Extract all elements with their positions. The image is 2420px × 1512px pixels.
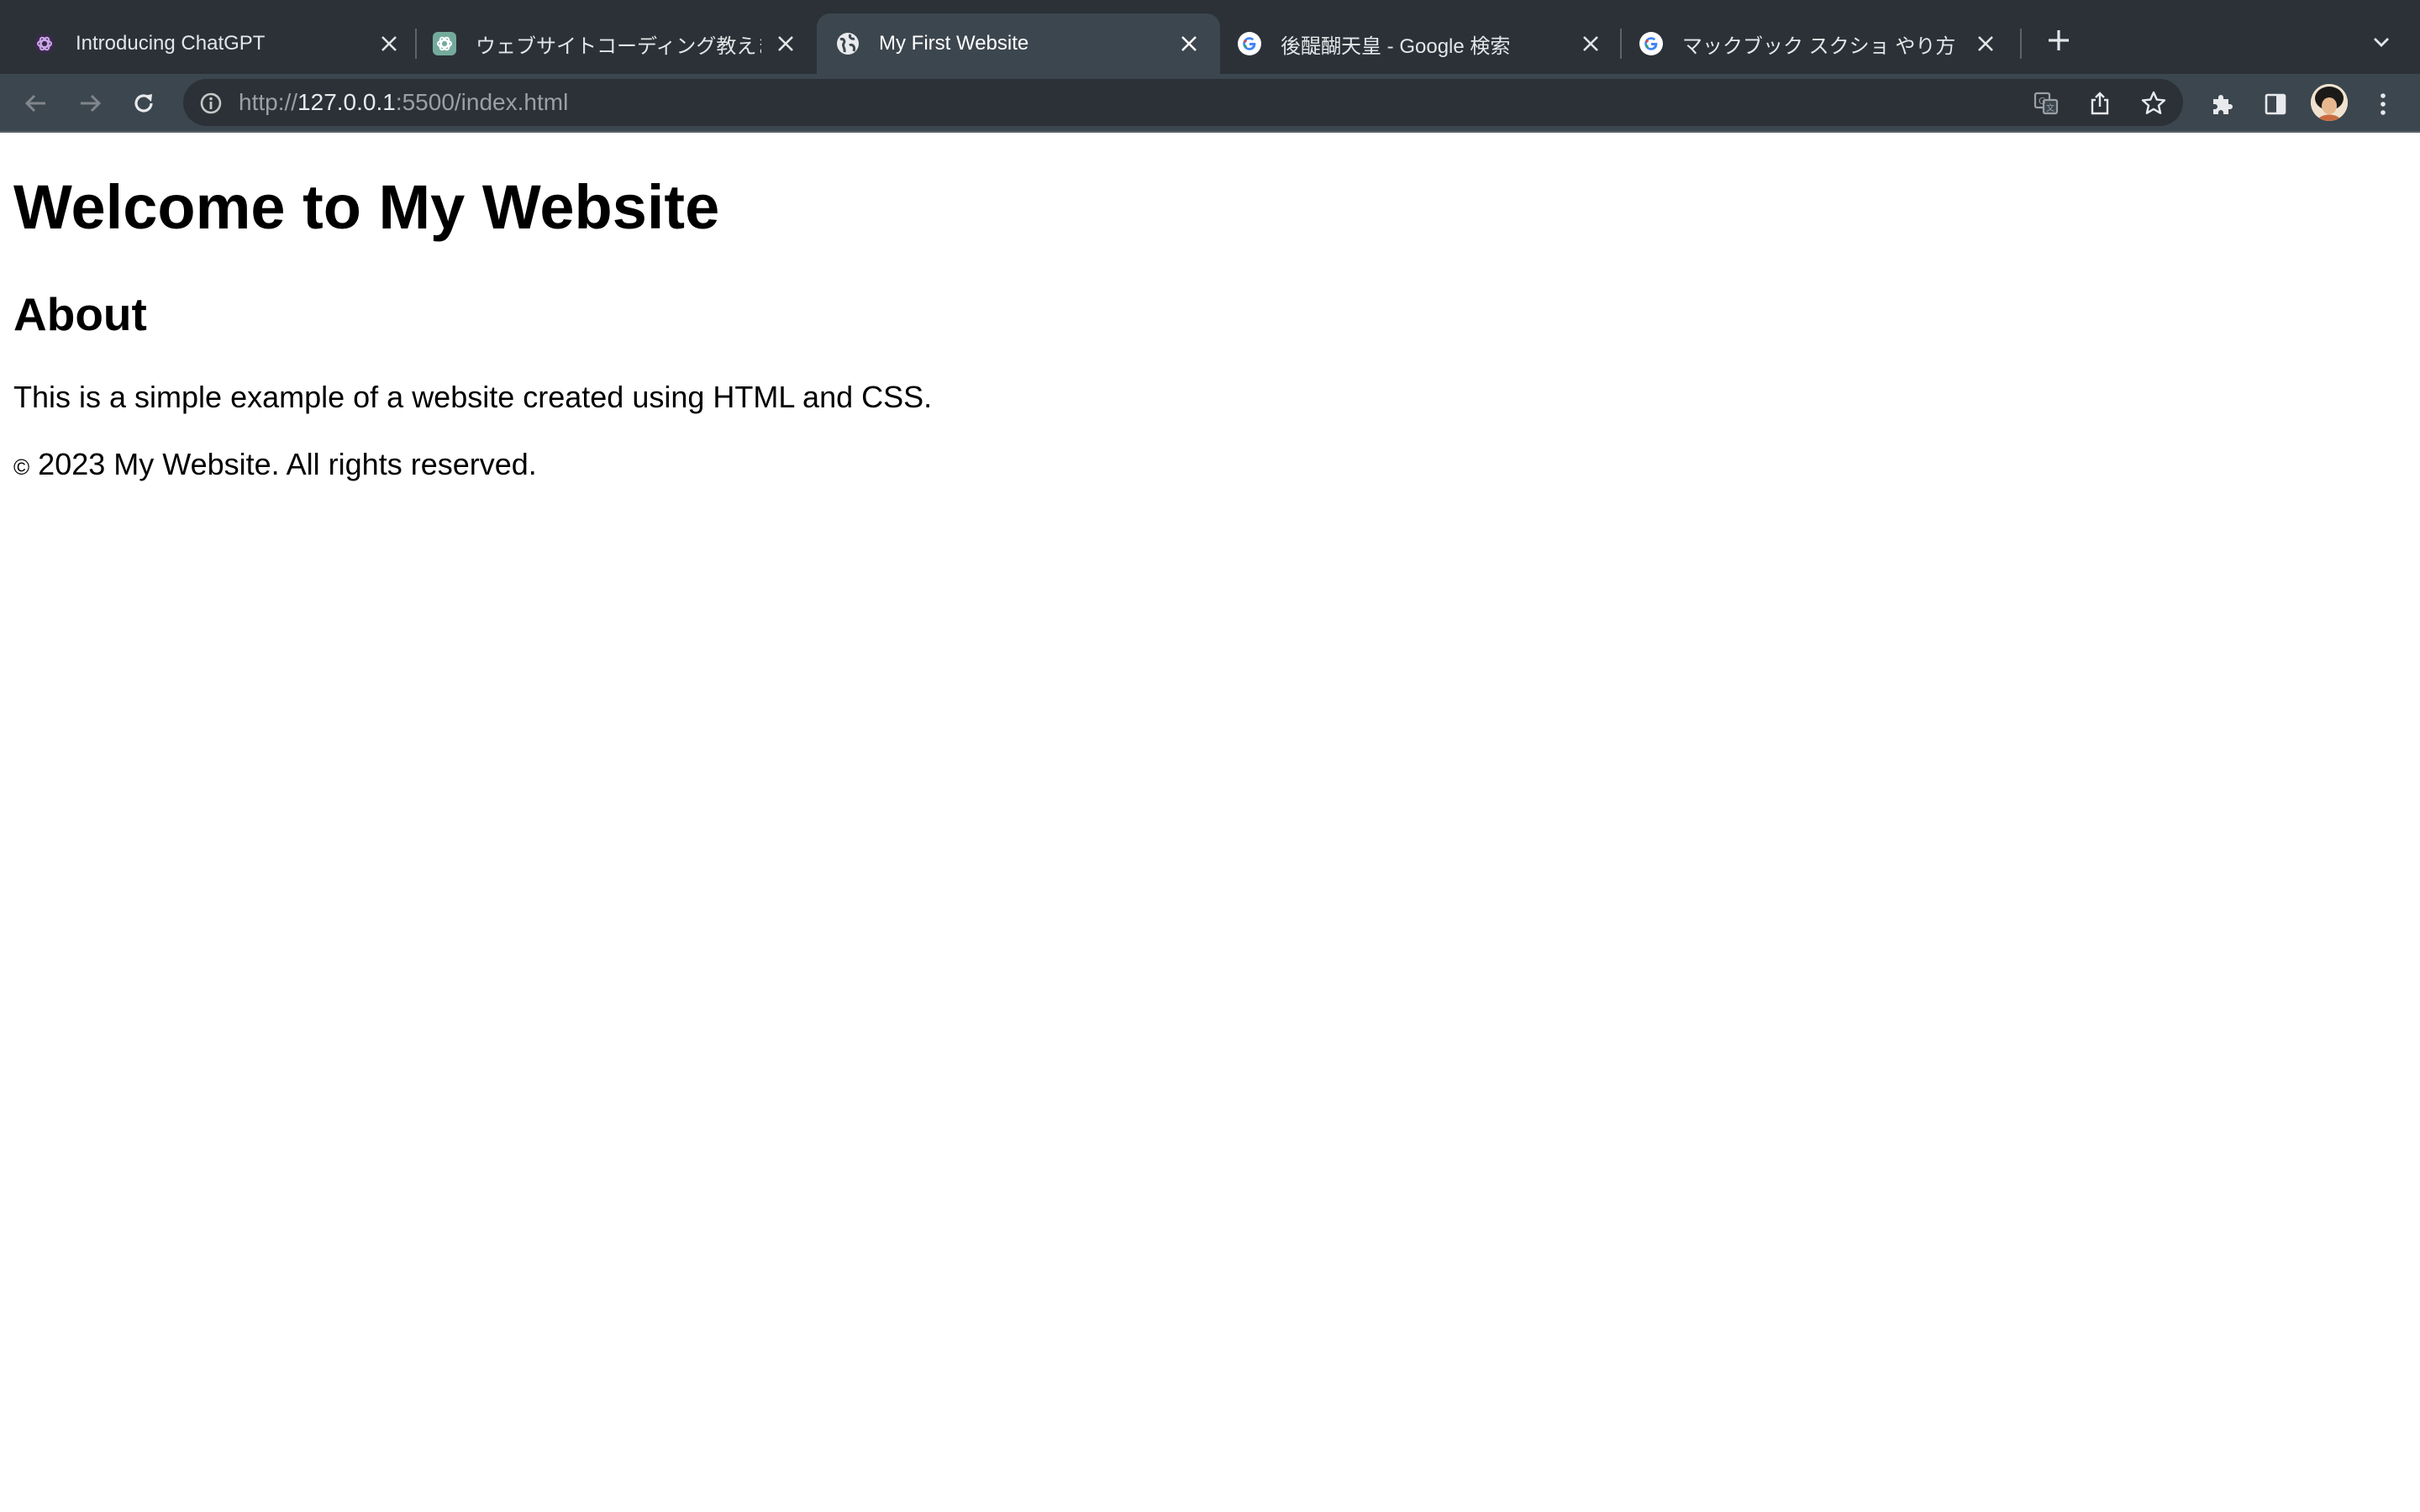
copyright-symbol: ©: [13, 454, 30, 480]
plus-icon: [2049, 30, 2069, 50]
tab-google-search-godaigo[interactable]: 後醍醐天皇 - Google 検索: [1220, 13, 1622, 74]
tab-my-first-website[interactable]: My First Website: [817, 13, 1220, 74]
star-icon: [2141, 91, 2166, 114]
menu-button[interactable]: [2366, 86, 2400, 123]
tab-strip: Introducing ChatGPT ウェブサイトコーディング教えます My …: [0, 0, 2420, 74]
url-host: 127.0.0.1: [297, 89, 396, 115]
tab-separator: [2020, 29, 2022, 59]
url-scheme: http://: [239, 89, 298, 115]
close-tab-icon[interactable]: [1973, 31, 1998, 56]
tab-title: My First Website: [879, 32, 1029, 55]
about-text: This is a simple example of a website cr…: [13, 380, 933, 414]
chatgpt-icon: [432, 31, 457, 56]
translate-button[interactable]: G文: [2028, 86, 2064, 121]
section-title: About: [13, 288, 147, 340]
forward-button[interactable]: [71, 84, 109, 123]
tab-website-coding[interactable]: ウェブサイトコーディング教えます: [417, 13, 817, 74]
url-text[interactable]: http://127.0.0.1:5500/index.html: [239, 87, 568, 118]
globe-icon: [835, 31, 860, 56]
puzzle-icon: [2213, 95, 2233, 114]
page-heading: Welcome to My Website: [13, 172, 720, 242]
footer-text: © 2023 My Website. All rights reserved.: [13, 447, 537, 482]
arrow-right-icon: [81, 94, 102, 113]
openai-icon: [32, 31, 57, 56]
chevron-down-icon: [2374, 38, 2389, 47]
site-info-icon[interactable]: [195, 87, 227, 119]
profile-avatar[interactable]: [2311, 84, 2348, 121]
avatar-icon: [2311, 84, 2348, 121]
page-viewport: Welcome to My Website About This is a si…: [0, 133, 2420, 1512]
side-panel-icon: [2265, 93, 2286, 115]
share-icon: [2091, 92, 2109, 115]
tab-search-button[interactable]: [2365, 25, 2398, 59]
extensions-button[interactable]: [2203, 86, 2240, 123]
share-button[interactable]: [2082, 86, 2118, 121]
side-panel-button[interactable]: [2257, 86, 2294, 123]
reload-icon: [134, 94, 153, 113]
svg-text:G: G: [2039, 96, 2046, 107]
close-tab-icon[interactable]: [773, 31, 798, 56]
google-icon: [1237, 31, 1262, 56]
tab-introducing-chatgpt[interactable]: Introducing ChatGPT: [0, 13, 420, 74]
tab-google-search-macbook[interactable]: マックブック スクショ やり方 - Google: [1622, 13, 2017, 74]
close-tab-icon[interactable]: [1176, 31, 1202, 56]
new-tab-button[interactable]: [2042, 24, 2075, 57]
arrow-left-icon: [24, 94, 45, 113]
google-icon: [1639, 31, 1664, 56]
back-button[interactable]: [17, 84, 55, 123]
tab-title: マックブック スクショ やり方 - Google: [1682, 34, 1961, 58]
tab-title: Introducing ChatGPT: [76, 32, 266, 55]
close-tab-icon[interactable]: [376, 31, 402, 56]
footer-copy: 2023 My Website. All rights reserved.: [29, 447, 537, 481]
close-tab-icon[interactable]: [1578, 31, 1603, 56]
tab-title: ウェブサイトコーディング教えます: [476, 34, 761, 58]
url-path: :5500/index.html: [395, 89, 569, 115]
tab-title: 後醍醐天皇 - Google 検索: [1281, 34, 1511, 58]
svg-text:文: 文: [2046, 102, 2054, 113]
bookmark-button[interactable]: [2136, 86, 2171, 121]
reload-button[interactable]: [124, 84, 163, 123]
more-vert-icon: [2381, 93, 2386, 115]
translate-icon: G文: [2033, 92, 2059, 115]
